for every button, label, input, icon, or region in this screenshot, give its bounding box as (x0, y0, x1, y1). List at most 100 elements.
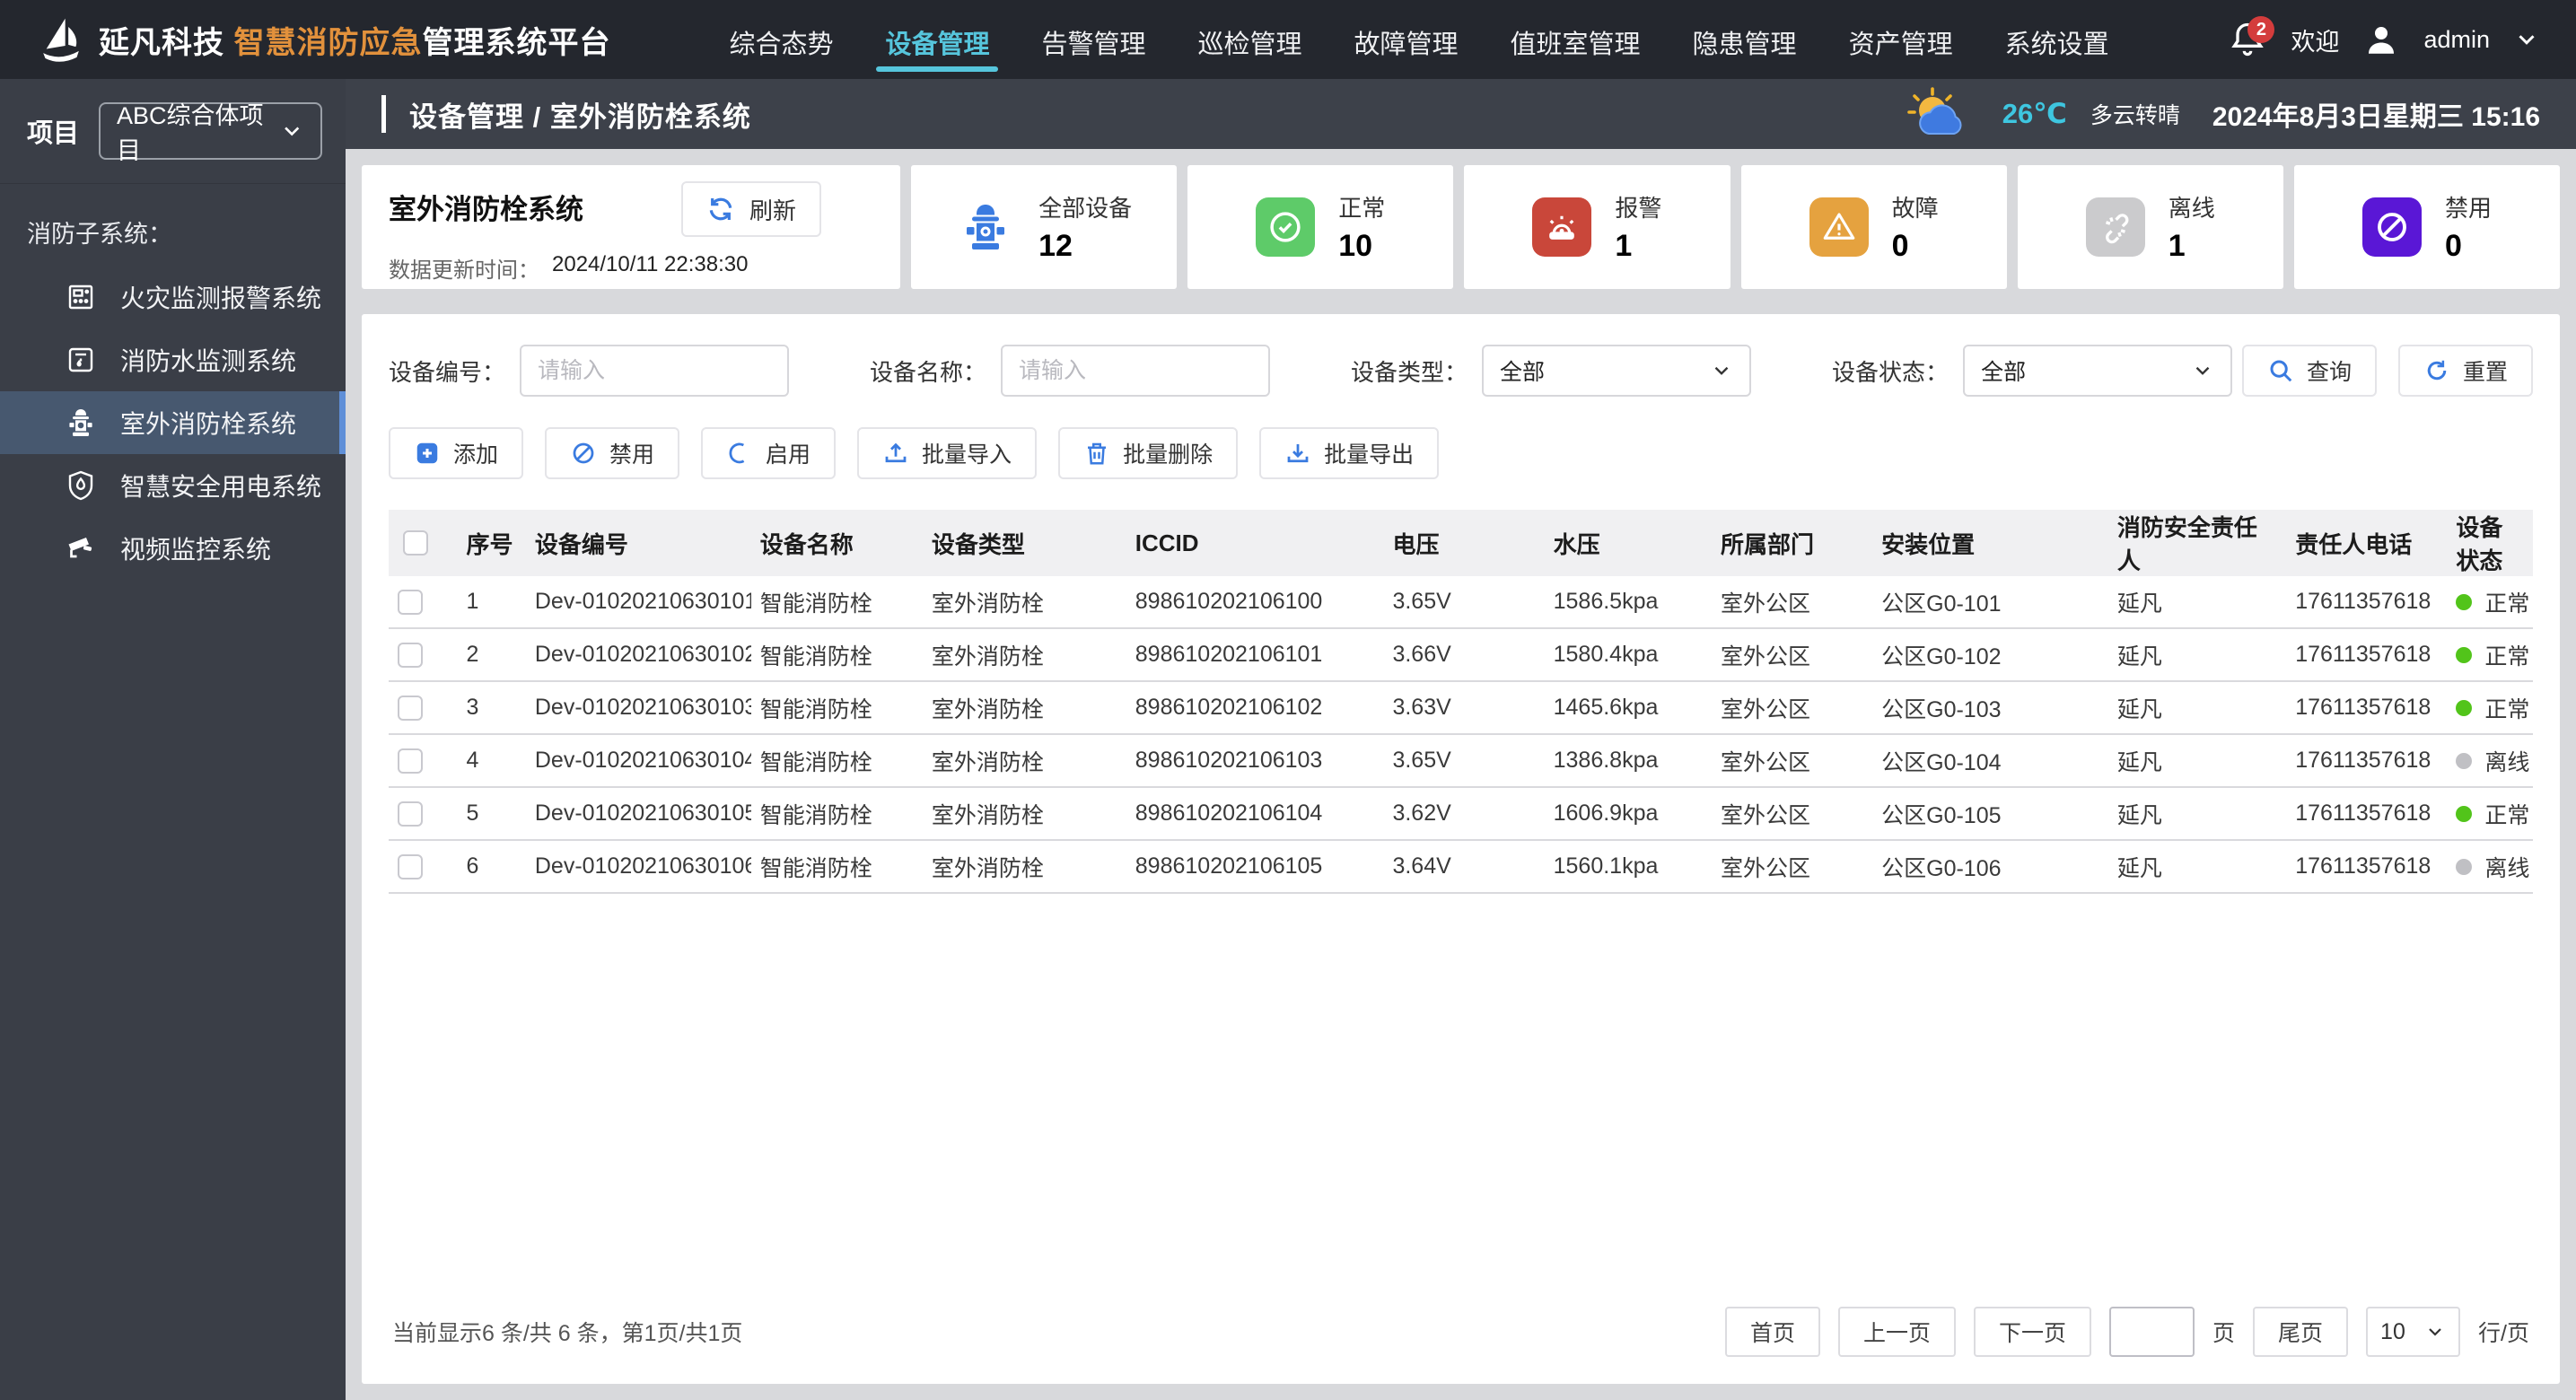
status-dot (2456, 805, 2473, 822)
table-row: 3 Dev-01020210630103 智能消防栓 室外消防栓 8986102… (389, 681, 2533, 735)
search-icon (2270, 360, 2292, 382)
nav-item-asset-management[interactable]: 资产管理 (1847, 5, 1955, 74)
cell-owner: 延凡 (2107, 576, 2287, 629)
disable-label: 禁用 (609, 442, 655, 468)
batch-delete-button[interactable]: 批量删除 (1058, 427, 1239, 479)
stat-value: 0 (2444, 229, 2462, 263)
cell-pressure: 1580.4kpa (1544, 628, 1712, 682)
stat-cards-row: 室外消防栓系统 刷新 数据更新时间： 2024/10/11 22:38:30 全… (362, 165, 2561, 289)
cell-device-type: 室外消防栓 (922, 787, 1126, 841)
stat-value: 1 (2168, 229, 2186, 263)
table-row: 4 Dev-01020210630104 智能消防栓 室外消防栓 8986102… (389, 734, 2533, 788)
notification-bell-icon[interactable]: 2 (2228, 16, 2275, 59)
nav-item-duty-room-management[interactable]: 值班室管理 (1509, 5, 1643, 74)
weather-condition: 多云转晴 (2090, 103, 2180, 128)
nav-item-inspection-management[interactable]: 巡检管理 (1196, 5, 1304, 74)
device-table: 序号 设备编号 设备名称 设备类型 ICCID 电压 水压 所属部门 安装位置 … (389, 510, 2533, 1282)
col-header-iccid: ICCID (1126, 510, 1384, 576)
device-status-value: 全部 (1981, 360, 2027, 385)
cell-device-no: Dev-01020210630103 (525, 681, 751, 735)
breadcrumb: 设备管理 / 室外消防栓系统 (409, 101, 751, 133)
cell-device-type: 室外消防栓 (922, 576, 1126, 629)
cell-device-name: 智能消防栓 (750, 681, 923, 735)
nav-item-system-settings[interactable]: 系统设置 (2003, 5, 2111, 74)
cell-location: 公区G0-101 (1872, 576, 2108, 629)
add-button[interactable]: 添加 (389, 427, 524, 479)
batch-export-button[interactable]: 批量导出 (1259, 427, 1440, 479)
status-dot (2456, 699, 2473, 716)
device-status-select[interactable]: 全部 (1963, 345, 2233, 397)
user-menu-chevron-down-icon[interactable] (2513, 26, 2540, 53)
sidebar-item-outdoor-hydrant-system[interactable]: 室外消防栓系统 (0, 391, 346, 454)
next-page-button[interactable]: 下一页 (1974, 1307, 2092, 1357)
reset-button[interactable]: 重置 (2397, 345, 2533, 397)
device-no-input[interactable] (520, 345, 790, 397)
pagination: 当前显示6 条/共 6 条，第1页/共1页 首页 上一页 下一页 页 尾页 10… (389, 1282, 2533, 1384)
device-name-input[interactable] (1001, 345, 1271, 397)
disable-button[interactable]: 禁用 (545, 427, 680, 479)
chevron-down-icon (2195, 366, 2210, 375)
subsystem-section-label: 消防子系统： (27, 221, 172, 248)
stat-label: 禁用 (2444, 195, 2492, 222)
warning-triangle-icon (1823, 213, 1854, 240)
check-circle-icon (1270, 212, 1301, 242)
cell-phone: 17611357618 (2286, 840, 2448, 894)
device-type-label: 设备类型： (1351, 358, 1468, 386)
cell-phone: 17611357618 (2286, 681, 2448, 735)
enable-button[interactable]: 启用 (701, 427, 837, 479)
device-status-label: 设备状态： (1832, 358, 1950, 386)
prev-page-button[interactable]: 上一页 (1837, 1307, 1956, 1357)
welcome-text: 欢迎 (2291, 28, 2340, 56)
last-page-button[interactable]: 尾页 (2253, 1307, 2349, 1357)
project-chevron-down-icon (284, 127, 299, 136)
nav-item-hazard-management[interactable]: 隐患管理 (1691, 5, 1799, 74)
sidebar-item-video-surveillance-system[interactable]: 视频监控系统 (0, 517, 346, 580)
cell-index: 1 (457, 576, 526, 629)
device-type-select[interactable]: 全部 (1482, 345, 1752, 397)
sidebar-item-label: 智慧安全用电系统 (120, 473, 322, 501)
nav-item-overview[interactable]: 综合态势 (727, 5, 835, 74)
cell-status: 正常 (2447, 576, 2533, 629)
cell-iccid: 898610202106102 (1126, 681, 1384, 735)
page-size-select[interactable]: 10 (2366, 1307, 2461, 1357)
sidebar-item-smart-electricity-system[interactable]: 智慧安全用电系统 (0, 454, 346, 517)
cell-location: 公区G0-103 (1872, 681, 2108, 735)
cell-department: 室外公区 (1711, 840, 1873, 894)
nav-item-alert-management[interactable]: 告警管理 (1039, 5, 1147, 74)
row-checkbox[interactable] (398, 642, 423, 668)
cell-voltage: 3.66V (1383, 628, 1545, 682)
row-checkbox[interactable] (398, 748, 423, 774)
refresh-button[interactable]: 刷新 (680, 181, 821, 237)
cell-location: 公区G0-104 (1872, 734, 2108, 788)
cell-voltage: 3.63V (1383, 681, 1545, 735)
page-unit-label: 页 (2212, 1321, 2236, 1346)
batch-import-button[interactable]: 批量导入 (857, 427, 1038, 479)
cell-owner: 延凡 (2107, 628, 2287, 682)
col-header-location: 安装位置 (1872, 510, 2108, 576)
row-checkbox[interactable] (398, 853, 423, 879)
cell-department: 室外公区 (1711, 734, 1873, 788)
cell-pressure: 1606.9kpa (1544, 787, 1712, 841)
stat-value: 1 (1615, 229, 1633, 263)
row-checkbox[interactable] (398, 589, 423, 615)
nav-item-fault-management[interactable]: 故障管理 (1353, 5, 1460, 74)
nav-item-device-management[interactable]: 设备管理 (876, 5, 999, 74)
page-number-input[interactable] (2109, 1307, 2195, 1357)
stat-value: 0 (1891, 229, 1909, 263)
product-name-suffix: 管理系统平台 (422, 25, 611, 60)
stat-card-all-devices: 全部设备 12 (911, 165, 1178, 289)
project-select[interactable]: ABC综合体项目 (99, 102, 322, 164)
cell-department: 室外公区 (1711, 576, 1873, 629)
row-checkbox[interactable] (398, 695, 423, 721)
cell-status: 正常 (2447, 787, 2533, 841)
search-button[interactable]: 查询 (2241, 345, 2377, 397)
status-dot (2456, 646, 2473, 663)
first-page-button[interactable]: 首页 (1724, 1307, 1820, 1357)
cell-pressure: 1560.1kpa (1544, 840, 1712, 894)
user-avatar-icon[interactable] (2362, 21, 2400, 58)
sidebar-item-fire-alarm-system[interactable]: 火灾监测报警系统 (0, 266, 346, 328)
row-checkbox[interactable] (398, 801, 423, 827)
select-all-checkbox[interactable] (403, 530, 428, 556)
sidebar-item-fire-water-system[interactable]: 消防水监测系统 (0, 328, 346, 391)
cell-phone: 17611357618 (2286, 734, 2448, 788)
